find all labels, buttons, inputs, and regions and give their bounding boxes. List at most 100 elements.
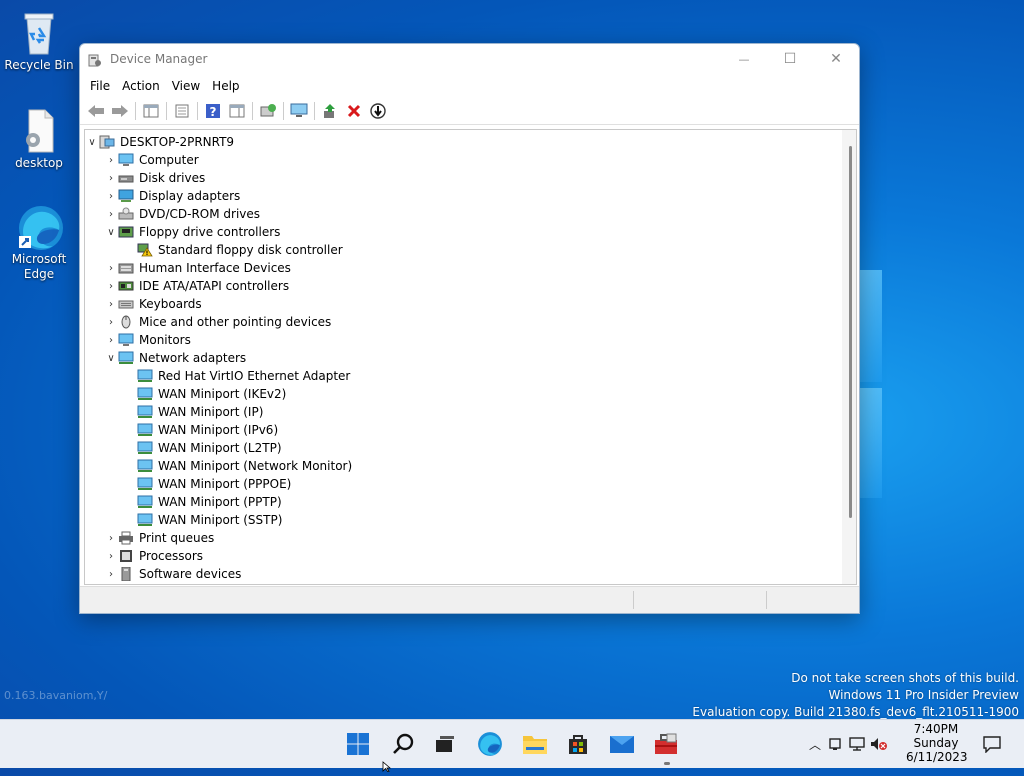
expand-chevron-right-icon[interactable]: › <box>104 277 118 295</box>
tree-category-node[interactable]: › Human Interface Devices <box>85 259 842 277</box>
tree-category-node[interactable]: ∨ Network adapters <box>85 349 842 367</box>
show-hidden-icons-chevron-up-icon[interactable]: ︿ <box>806 736 824 753</box>
disable-device-button[interactable] <box>368 101 388 121</box>
taskbar-device-manager-button[interactable] <box>652 730 680 758</box>
back-button[interactable] <box>86 101 106 121</box>
action-pane-button[interactable] <box>227 101 247 121</box>
menu-file[interactable]: File <box>90 79 110 93</box>
expand-chevron-down-icon[interactable]: ∨ <box>104 349 118 367</box>
clock-time: 7:40PM <box>913 722 959 736</box>
menu-action[interactable]: Action <box>122 79 160 93</box>
expand-chevron-right-icon[interactable]: › <box>104 547 118 565</box>
expand-chevron-right-icon[interactable]: › <box>104 259 118 277</box>
tree-category-node[interactable]: › Software devices <box>85 565 842 583</box>
task-view-button[interactable] <box>431 730 459 758</box>
folder-icon <box>523 736 547 754</box>
desktop-icon-recycle-bin[interactable]: Recycle Bin <box>1 10 77 73</box>
taskbar-store-button[interactable] <box>564 730 592 758</box>
expand-chevron-right-icon[interactable]: › <box>104 313 118 331</box>
scan-hardware-button[interactable] <box>258 101 278 121</box>
expand-chevron-right-icon[interactable]: › <box>104 169 118 187</box>
taskbar-edge-button[interactable] <box>476 730 504 758</box>
tree-category-node[interactable]: › Disk drives <box>85 169 842 187</box>
device-tree: ∨ DESKTOP-2PRNRT9 › Computer › Disk drives › Di… <box>84 129 857 585</box>
tree-category-node[interactable]: › Processors <box>85 547 842 565</box>
expand-chevron-right-icon[interactable]: › <box>104 331 118 349</box>
tree-device-node[interactable]: WAN Miniport (L2TP) <box>85 439 842 457</box>
uninstall-device-button[interactable] <box>344 101 364 121</box>
network-adapter-icon <box>137 405 153 419</box>
start-button[interactable] <box>344 730 372 758</box>
uninstall-x-icon <box>347 104 361 118</box>
tree-device-node[interactable]: Standard floppy disk controller <box>85 241 842 259</box>
show-hide-console-tree-button[interactable] <box>141 101 161 121</box>
tree-category-node[interactable]: › DVD/CD-ROM drives <box>85 205 842 223</box>
tree-category-node[interactable]: ∨ Floppy drive controllers <box>85 223 842 241</box>
expand-chevron-down-icon[interactable]: ∨ <box>104 223 118 241</box>
close-button[interactable]: ✕ <box>813 44 859 74</box>
tree-device-node[interactable]: WAN Miniport (Network Monitor) <box>85 457 842 475</box>
desktop-icon-desktop-file[interactable]: desktop <box>1 108 77 171</box>
tree-category-label: Network adapters <box>139 351 247 365</box>
menu-view[interactable]: View <box>172 79 200 93</box>
search-icon <box>393 733 414 754</box>
tree-category-node[interactable]: › Computer <box>85 151 842 169</box>
network-adapter-icon <box>137 459 153 473</box>
update-driver-monitor-button[interactable] <box>289 101 309 121</box>
expand-chevron-right-icon[interactable]: › <box>104 529 118 547</box>
taskbar-clock[interactable]: 7:40PM Sunday 6/11/2023 <box>906 722 968 764</box>
toolbar-separator <box>135 102 136 120</box>
mouse-cursor-icon <box>382 757 392 776</box>
taskbar-file-explorer-button[interactable] <box>521 730 549 758</box>
tree-device-node[interactable]: WAN Miniport (PPPOE) <box>85 475 842 493</box>
tree-category-node[interactable]: › Display adapters <box>85 187 842 205</box>
expand-chevron-right-icon[interactable]: › <box>104 187 118 205</box>
expand-chevron-right-icon[interactable]: › <box>104 151 118 169</box>
ide-controller-icon <box>118 279 134 293</box>
tree-device-node[interactable]: WAN Miniport (SSTP) <box>85 511 842 529</box>
expand-chevron-down-icon[interactable]: ∨ <box>85 133 99 151</box>
taskbar-mail-button[interactable] <box>608 730 636 758</box>
tray-app-icon[interactable] <box>824 737 846 751</box>
vertical-scrollbar[interactable] <box>842 130 856 584</box>
tree-device-label: WAN Miniport (PPTP) <box>158 495 282 509</box>
tree-device-node[interactable]: Red Hat VirtIO Ethernet Adapter <box>85 367 842 385</box>
forward-button[interactable] <box>110 101 130 121</box>
properties-button[interactable] <box>172 101 192 121</box>
tree-category-node[interactable]: › Monitors <box>85 331 842 349</box>
minimize-button[interactable]: — <box>721 44 767 74</box>
update-driver-button[interactable] <box>320 101 340 121</box>
expand-chevron-right-icon[interactable]: › <box>104 295 118 313</box>
tree-device-label: WAN Miniport (IKEv2) <box>158 387 287 401</box>
title-bar[interactable]: Device Manager — ☐ ✕ <box>80 44 859 74</box>
expand-chevron-right-icon[interactable]: › <box>104 205 118 223</box>
tree-category-node[interactable]: › Keyboards <box>85 295 842 313</box>
tree-device-node[interactable]: WAN Miniport (PPTP) <box>85 493 842 511</box>
tree-category-node[interactable]: › Print queues <box>85 529 842 547</box>
computer-icon <box>118 153 134 167</box>
scrollbar-thumb[interactable] <box>849 146 852 518</box>
hid-icon <box>118 261 134 275</box>
tree-category-node[interactable]: › IDE ATA/ATAPI controllers <box>85 277 842 295</box>
tree-device-node[interactable]: WAN Miniport (IKEv2) <box>85 385 842 403</box>
back-arrow-icon <box>88 105 104 117</box>
network-icon[interactable] <box>846 737 868 751</box>
desktop-icon-microsoft-edge[interactable]: Microsoft Edge <box>1 204 77 282</box>
tree-device-node[interactable]: WAN Miniport (IPv6) <box>85 421 842 439</box>
tree-device-node[interactable]: WAN Miniport (IP) <box>85 403 842 421</box>
help-button[interactable]: ? <box>203 101 223 121</box>
notifications-button[interactable] <box>978 730 1006 758</box>
faint-desktop-text: 0.163.bavaniom,Y/ <box>4 689 108 702</box>
tree-root-node[interactable]: ∨ DESKTOP-2PRNRT9 <box>85 133 842 151</box>
search-button[interactable] <box>389 730 417 758</box>
evaluation-watermark: Do not take screen shots of this build. … <box>692 670 1019 721</box>
menu-help[interactable]: Help <box>212 79 239 93</box>
tree-device-label: Red Hat VirtIO Ethernet Adapter <box>158 369 351 383</box>
maximize-button[interactable]: ☐ <box>767 44 813 74</box>
status-bar-divider <box>633 591 634 609</box>
recycle-bin-icon <box>17 10 61 55</box>
expand-chevron-right-icon[interactable]: › <box>104 565 118 583</box>
volume-muted-icon[interactable] <box>868 737 890 751</box>
device-manager-toolbox-icon <box>655 733 677 754</box>
tree-category-node[interactable]: › Mice and other pointing devices <box>85 313 842 331</box>
